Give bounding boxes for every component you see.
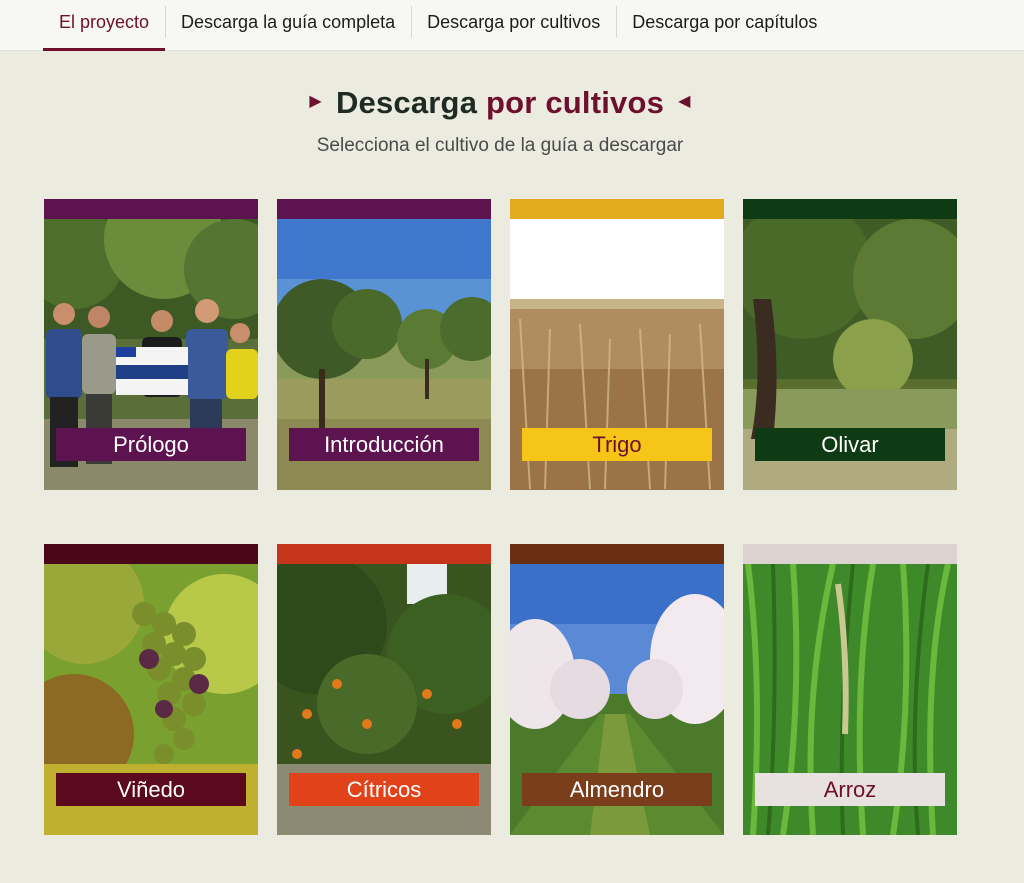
tab-el-proyecto[interactable]: El proyecto (43, 0, 166, 51)
page-title: ▶ Descarga por cultivos ◀ (0, 85, 1000, 121)
card-label: Olivar (755, 428, 945, 461)
card-label: Almendro (522, 773, 712, 806)
card-color-bar (510, 544, 724, 564)
card-label: Prólogo (56, 428, 246, 461)
card-introduccion[interactable]: Introducción (277, 199, 491, 490)
card-label: Viñedo (56, 773, 246, 806)
card-color-bar (44, 199, 258, 219)
card-label: Trigo (522, 428, 712, 461)
card-label: Introducción (289, 428, 479, 461)
top-nav: El proyecto Descarga la guía completa De… (0, 0, 1024, 51)
page-subtitle: Selecciona el cultivo de la guía a desca… (316, 135, 684, 156)
triangle-left-icon: ◀ (678, 92, 691, 110)
card-color-bar (743, 544, 957, 564)
card-citricos[interactable]: Cítricos (277, 544, 491, 835)
card-trigo[interactable]: Trigo (510, 199, 724, 490)
card-arroz[interactable]: Arroz (743, 544, 957, 835)
triangle-right-icon: ▶ (309, 92, 322, 110)
page-title-part1: Descarga (335, 85, 478, 120)
tab-descarga-por-capitulos[interactable]: Descarga por capítulos (616, 0, 833, 44)
card-label: Cítricos (289, 773, 479, 806)
tab-descarga-por-cultivos[interactable]: Descarga por cultivos (411, 0, 616, 44)
tab-descarga-guia-completa[interactable]: Descarga la guía completa (165, 0, 411, 44)
card-olivar[interactable]: Olivar (743, 199, 957, 490)
page-title-part2: por cultivos (485, 85, 665, 120)
card-color-bar (510, 199, 724, 219)
card-color-bar (743, 199, 957, 219)
card-color-bar (277, 199, 491, 219)
card-vinedo[interactable]: Viñedo (44, 544, 258, 835)
card-color-bar (44, 544, 258, 564)
card-label: Arroz (755, 773, 945, 806)
card-color-bar (277, 544, 491, 564)
card-almendro[interactable]: Almendro (510, 544, 724, 835)
card-prologo[interactable]: Prólogo (44, 199, 258, 490)
